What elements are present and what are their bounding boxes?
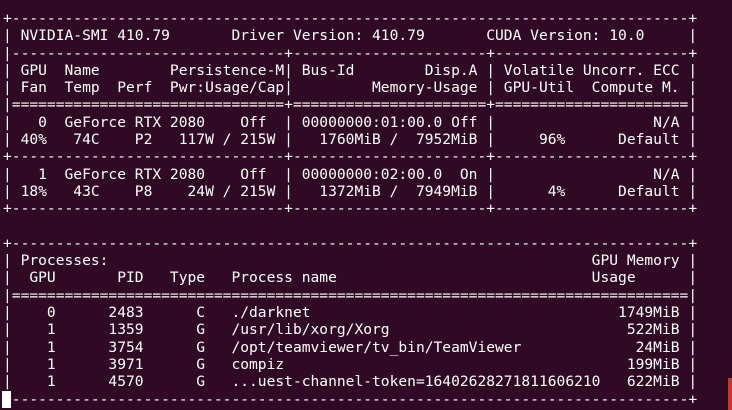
terminal-output: +---------------------------------------… xyxy=(3,10,697,408)
table-border: |===============================+=======… xyxy=(3,96,698,114)
table-border: +-------------------------------+-------… xyxy=(3,200,698,218)
process-row: | 1 1359 G /usr/lib/xorg/Xorg 522MiB | xyxy=(3,321,698,339)
gpu-table-header-row-2: | Fan Temp Perf Pwr:Usage/Cap| Memory-Us… xyxy=(3,79,698,97)
gpu-0-row-2: | 40% 74C P2 117W / 215W | 1760MiB / 795… xyxy=(3,131,698,149)
table-border: |-------------------------------+-------… xyxy=(3,44,698,62)
nvidia-smi-header: | NVIDIA-SMI 410.79 Driver Version: 410.… xyxy=(3,27,698,45)
processes-header-row-1: | Processes: GPU Memory | xyxy=(3,252,698,270)
window-edge-decoration xyxy=(728,378,732,410)
process-row: | 1 4570 G ...uest-channel-token=1640262… xyxy=(3,373,698,391)
process-row: | 1 3971 G compiz 199MiB | xyxy=(3,355,698,373)
gpu-1-row-2: | 18% 43C P8 24W / 215W | 1372MiB / 7949… xyxy=(3,182,698,200)
terminal-window[interactable]: +---------------------------------------… xyxy=(0,0,732,410)
process-row: | 1 3754 G /opt/teamviewer/tv_bin/TeamVi… xyxy=(3,338,698,356)
gpu-table-header-row-1: | GPU Name Persistence-M| Bus-Id Disp.A … xyxy=(3,61,698,79)
gpu-0-row-1: | 0 GeForce RTX 2080 Off | 00000000:01:0… xyxy=(3,113,698,131)
table-border: +---------------------------------------… xyxy=(3,390,698,408)
process-row: | 0 2483 C ./darknet 1749MiB | xyxy=(3,304,698,322)
text-cursor xyxy=(2,391,11,408)
table-border: +---------------------------------------… xyxy=(3,234,698,252)
processes-header-row-2: | GPU PID Type Process name Usage | xyxy=(3,269,698,287)
table-border: +---------------------------------------… xyxy=(3,10,698,27)
table-border: +-------------------------------+-------… xyxy=(3,148,698,166)
gpu-1-row-1: | 1 GeForce RTX 2080 Off | 00000000:02:0… xyxy=(3,165,698,183)
table-border: |=======================================… xyxy=(3,286,698,304)
